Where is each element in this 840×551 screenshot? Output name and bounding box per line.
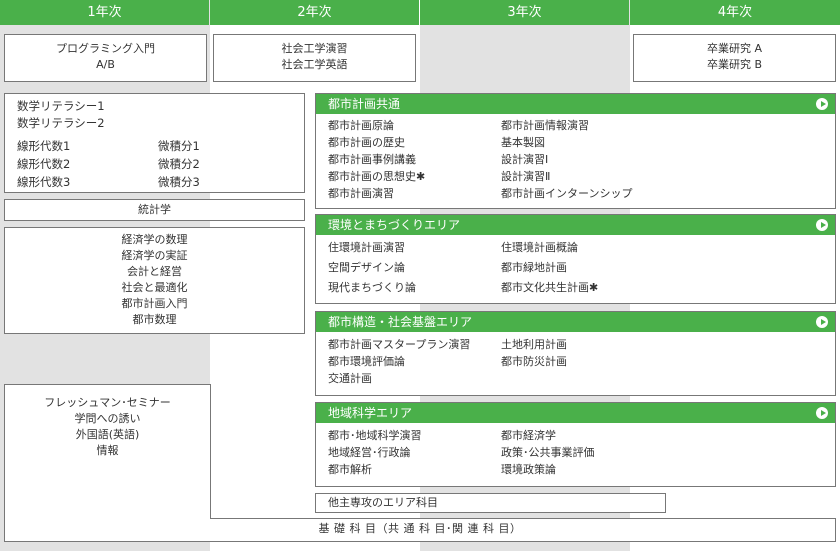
group-title: 都市構造・社会基盤エリア <box>328 315 473 329</box>
course-econ-empirical: 経済学の実証 <box>121 249 188 262</box>
course-item: 環境政策論 <box>501 463 556 476</box>
course-econ-math: 経済学の数理 <box>121 233 188 246</box>
course-statistics: 統計学 <box>138 203 171 216</box>
year-header-2: 2年次 <box>210 0 419 25</box>
course-programming-ab: A/B <box>96 58 115 71</box>
course-calculus-2: 微積分2 <box>158 157 200 171</box>
social-engineering-box: 社会工学演習 社会工学英語 <box>213 34 416 82</box>
course-linear-algebra-2: 線形代数2 <box>17 157 71 171</box>
course-item: 政策･公共事業評価 <box>501 446 595 459</box>
course-item: 交通計画 <box>328 372 372 385</box>
group-urban-planning-common: 都市計画共通 都市計画原論 都市計画の歴史 都市計画事例講義 都市計画の思想史✱… <box>315 93 836 209</box>
course-calculus-1: 微積分1 <box>158 139 200 153</box>
course-research-b: 卒業研究 B <box>706 58 763 71</box>
course-item: 都市文化共生計画✱ <box>501 281 599 294</box>
course-item: 都市計画インターンシップ <box>501 187 633 200</box>
course-item: 都市･地域科学演習 <box>328 429 422 442</box>
course-item: 設計演習Ⅰ <box>501 153 549 166</box>
other-major-label: 他主専攻のエリア科目 <box>328 496 438 509</box>
course-item: 現代まちづくり論 <box>328 281 416 294</box>
group-environment-area: 環境とまちづくりエリア 住環境計画演習 空間デザイン論 現代まちづくり論 住環境… <box>315 214 836 304</box>
math-box: 数学リテラシー1 数学リテラシー2 線形代数1 線形代数2 線形代数3 微積分1… <box>4 93 305 193</box>
course-programming: プログラミング入門 <box>56 42 155 55</box>
course-urban-math: 都市数理 <box>132 313 177 326</box>
group-regional-science-area: 地域科学エリア 都市･地域科学演習 地域経営･行政論 都市解析 都市経済学 政策… <box>315 402 836 487</box>
group-header: 都市構造・社会基盤エリア <box>316 312 835 332</box>
play-icon[interactable] <box>816 219 828 231</box>
course-urban-planning-intro: 都市計画入門 <box>121 297 188 310</box>
group-header: 都市計画共通 <box>316 94 835 114</box>
play-icon[interactable] <box>816 98 828 110</box>
course-freshman-seminar: フレッシュマン･セミナー <box>44 396 171 409</box>
course-social-eng-practice: 社会工学演習 <box>281 42 348 55</box>
group-title: 都市計画共通 <box>328 97 401 111</box>
course-foreign-language: 外国語(英語) <box>75 428 140 441</box>
course-math-literacy-1: 数学リテラシー1 <box>17 99 105 113</box>
course-item: 都市計画事例講義 <box>328 153 416 166</box>
course-information: 情報 <box>96 444 119 457</box>
course-calculus-3: 微積分3 <box>158 175 200 189</box>
course-linear-algebra-1: 線形代数1 <box>17 139 71 153</box>
course-item: 都市解析 <box>328 463 372 476</box>
course-item: 都市防災計画 <box>501 355 567 368</box>
group-header: 地域科学エリア <box>316 403 835 423</box>
other-major-box: 他主専攻のエリア科目 <box>315 493 666 513</box>
course-item: 都市計画原論 <box>328 119 394 132</box>
course-math-literacy-2: 数学リテラシー2 <box>17 116 105 130</box>
course-item: 空間デザイン論 <box>328 261 405 274</box>
course-item: 都市計画マスタープラン演習 <box>328 338 471 351</box>
course-accounting: 会計と経営 <box>127 265 182 278</box>
year-header-4: 4年次 <box>630 0 840 25</box>
foundation-label: 基 礎 科 目（共 通 科 目･関 連 科 目） <box>318 522 522 535</box>
year-header-1: 1年次 <box>0 0 209 25</box>
economics-box: 経済学の数理 経済学の実証 会計と経営 社会と最適化 都市計画入門 都市数理 <box>4 227 305 334</box>
course-item: 都市経済学 <box>501 429 556 442</box>
programming-box: プログラミング入門 A/B <box>4 34 207 82</box>
group-title: 環境とまちづくりエリア <box>328 218 461 232</box>
foundation-box: 基 礎 科 目（共 通 科 目･関 連 科 目） <box>4 518 836 542</box>
group-urban-structure-area: 都市構造・社会基盤エリア 都市計画マスタープラン演習 都市環境評価論 交通計画 … <box>315 311 836 396</box>
course-social-eng-english: 社会工学英語 <box>281 58 348 71</box>
course-item: 設計演習Ⅱ <box>501 170 551 183</box>
course-item: 基本製図 <box>501 136 545 149</box>
course-linear-algebra-3: 線形代数3 <box>17 175 71 189</box>
course-item: 都市緑地計画 <box>501 261 567 274</box>
course-item: 都市環境評価論 <box>328 355 405 368</box>
course-intro-to-study: 学問への誘い <box>74 412 141 425</box>
course-item: 都市計画の思想史✱ <box>328 170 426 183</box>
course-item: 都市計画情報演習 <box>501 119 589 132</box>
course-item: 都市計画演習 <box>328 187 394 200</box>
course-item: 都市計画の歴史 <box>328 136 405 149</box>
group-title: 地域科学エリア <box>328 406 413 420</box>
course-item: 土地利用計画 <box>501 338 567 351</box>
course-item: 住環境計画演習 <box>328 241 405 254</box>
course-item: 住環境計画概論 <box>501 241 578 254</box>
graduation-research-box: 卒業研究 A 卒業研究 B <box>633 34 836 82</box>
course-research-a: 卒業研究 A <box>706 42 763 55</box>
group-header: 環境とまちづくりエリア <box>316 215 835 235</box>
freshman-box: フレッシュマン･セミナー 学問への誘い 外国語(英語) 情報 <box>4 384 211 528</box>
course-item: 地域経営･行政論 <box>328 446 411 459</box>
play-icon[interactable] <box>816 316 828 328</box>
course-society-optimization: 社会と最適化 <box>121 281 188 294</box>
year-header-3: 3年次 <box>420 0 629 25</box>
foundation-top-border <box>210 518 836 519</box>
statistics-box: 統計学 <box>4 199 305 221</box>
play-icon[interactable] <box>816 407 828 419</box>
